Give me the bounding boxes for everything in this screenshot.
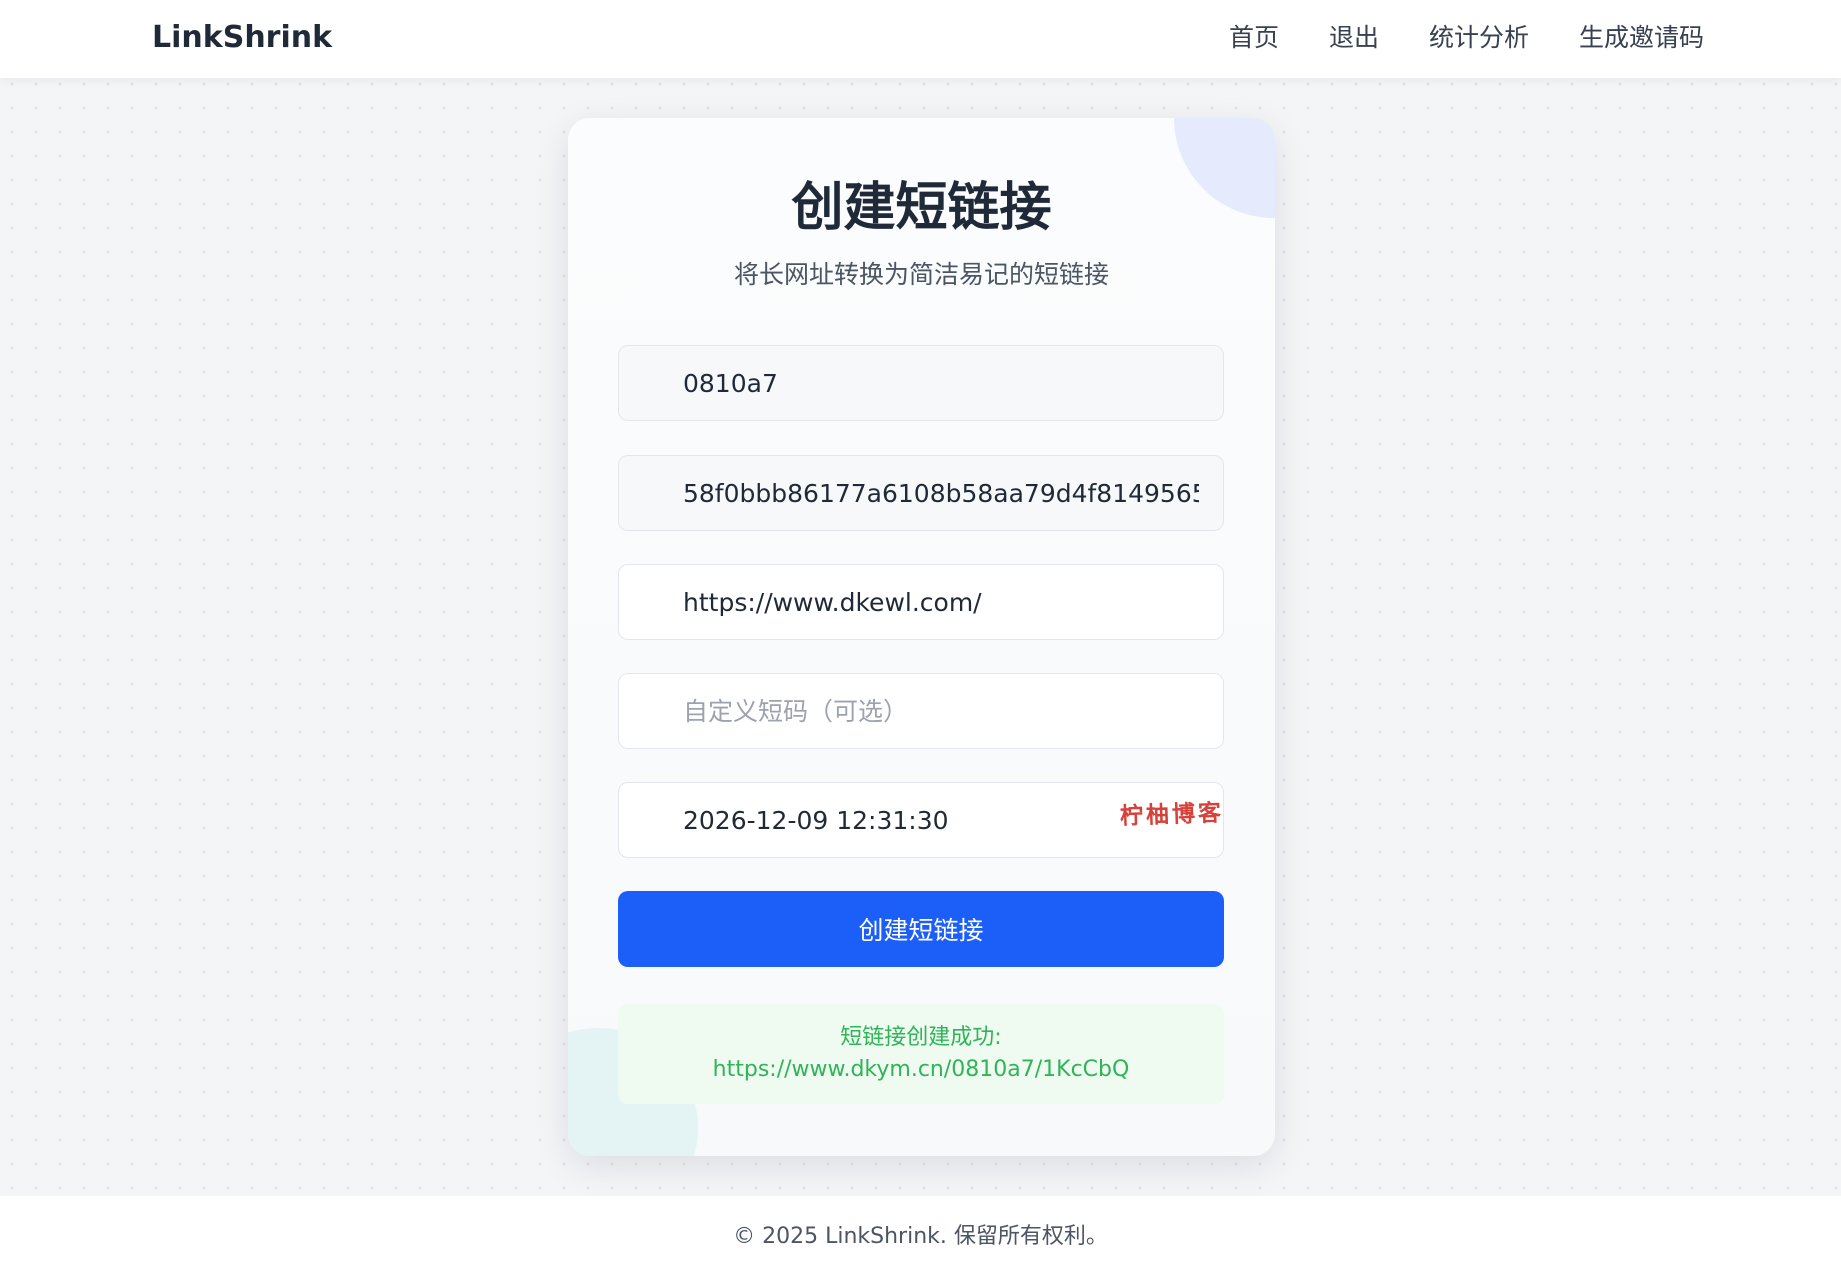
create-link-card: 创建短链接 将长网址转换为简洁易记的短链接 柠柚博客 创建短链接 短链接创建成功… xyxy=(568,118,1275,1156)
result-panel: 短链接创建成功: https://www.dkym.cn/0810a7/1KcC… xyxy=(618,1004,1224,1104)
create-link-button[interactable]: 创建短链接 xyxy=(618,891,1224,967)
page-title: 创建短链接 xyxy=(791,178,1052,238)
watermark-text: 柠柚博客 xyxy=(1119,799,1225,830)
custom-code-input[interactable] xyxy=(618,673,1224,749)
user-id-field[interactable] xyxy=(618,345,1224,421)
nav-logout-link[interactable]: 退出 xyxy=(1329,18,1379,58)
long-url-input[interactable] xyxy=(618,564,1224,640)
short-link[interactable]: https://www.dkym.cn/0810a7/1KcCbQ xyxy=(618,1054,1224,1086)
copyright-text: © 2025 LinkShrink. 保留所有权利。 xyxy=(733,1224,1108,1249)
nav-invite-code-link[interactable]: 生成邀请码 xyxy=(1579,18,1704,58)
token-field[interactable] xyxy=(618,455,1224,531)
brand-logo[interactable]: LinkShrink xyxy=(152,18,332,58)
top-navbar: LinkShrink 首页 退出 统计分析 生成邀请码 xyxy=(0,0,1841,78)
main-nav: 首页 退出 统计分析 生成邀请码 xyxy=(1229,18,1704,58)
page-subtitle: 将长网址转换为简洁易记的短链接 xyxy=(733,260,1109,289)
nav-home-link[interactable]: 首页 xyxy=(1229,18,1279,58)
success-message: 短链接创建成功: xyxy=(840,1025,1002,1050)
nav-statistics-link[interactable]: 统计分析 xyxy=(1429,18,1529,58)
page-footer: © 2025 LinkShrink. 保留所有权利。 xyxy=(0,1196,1841,1278)
